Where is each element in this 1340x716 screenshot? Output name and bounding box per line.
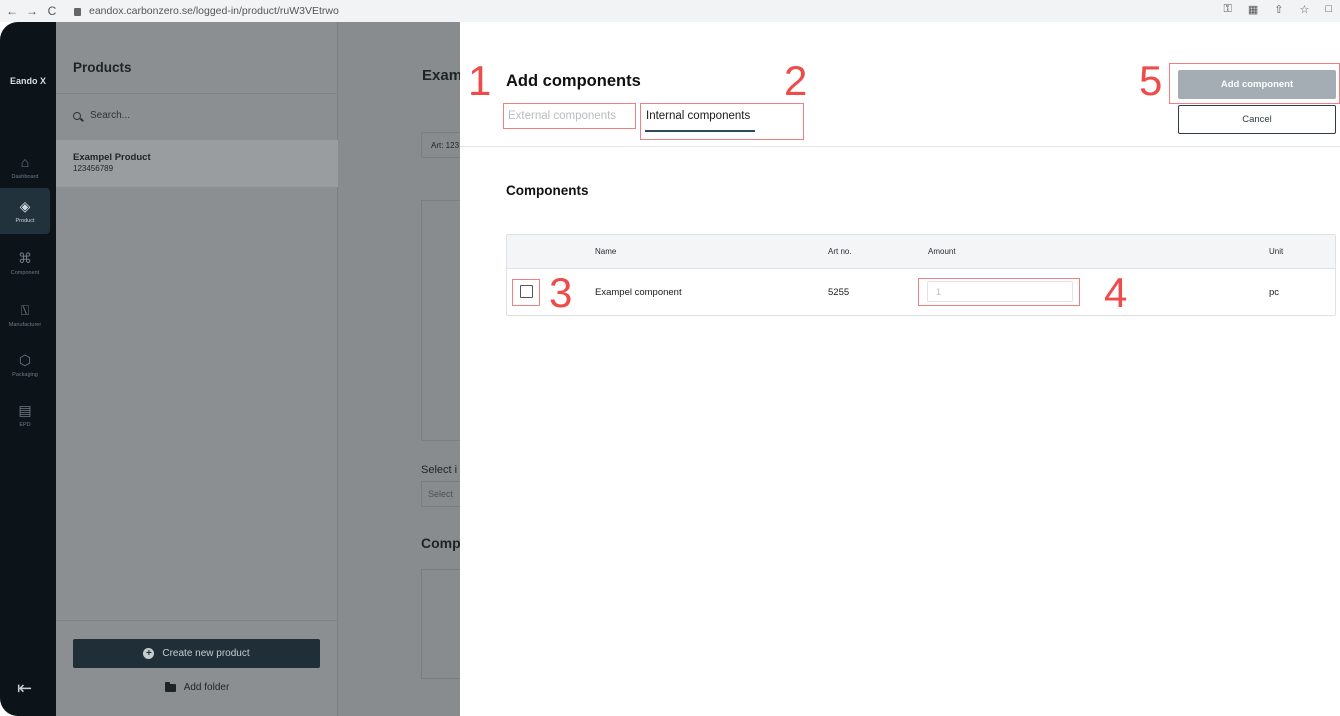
puzzle-icon: ⌘	[18, 249, 32, 266]
divider	[56, 620, 338, 621]
product-title: Exam	[422, 67, 463, 84]
create-product-label: Create new product	[162, 648, 250, 659]
annotation-number-1: 1	[468, 57, 492, 104]
reload-icon[interactable]: C	[44, 4, 60, 18]
address-bar[interactable]: eandox.carbonzero.se/logged-in/product/r…	[74, 5, 339, 17]
sidebar-item-label: Dashboard	[11, 173, 39, 180]
annotation-number-5: 5	[1139, 57, 1163, 104]
sidebar-item-packaging[interactable]: ⬡ Packaging	[0, 342, 50, 388]
password-key-icon[interactable]: ⚿	[1223, 3, 1231, 16]
sidebar: Eando X ⌂ Dashboard ◈ Product ⌘ Componen…	[0, 22, 56, 716]
list-item[interactable]: Exampel Product 123456789	[56, 140, 338, 187]
amount-input[interactable]: 1	[927, 281, 1073, 302]
bookmark-star-icon[interactable]: ☆	[1299, 3, 1309, 16]
table-row: Exampel component 5255 1 pc	[507, 269, 1335, 315]
share-icon[interactable]: ⇧	[1274, 3, 1283, 16]
sidebar-item-label: Component	[10, 269, 40, 276]
create-product-button[interactable]: + Create new product	[73, 639, 320, 668]
sidebar-item-dashboard[interactable]: ⌂ Dashboard	[0, 144, 50, 190]
sidebar-item-label: Product	[15, 217, 35, 224]
annotation-number-3: 3	[549, 269, 573, 316]
column-header-unit: Unit	[1269, 247, 1284, 256]
plus-icon: +	[143, 648, 155, 659]
search-input[interactable]: Search...	[73, 110, 130, 121]
annotation-number-4: 4	[1104, 269, 1128, 316]
sidebar-item-label: Packaging	[12, 371, 38, 378]
product-detail-background: Exam Art: 123 Select i Select Comp	[338, 22, 471, 716]
tab-external-components[interactable]: External components	[508, 110, 616, 122]
layers-icon: ◈	[19, 197, 31, 214]
add-component-button[interactable]: Add component	[1178, 70, 1336, 99]
select-label: Select i	[421, 464, 458, 476]
components-table: Name Art no. Amount Unit Exampel compone…	[506, 234, 1336, 316]
translate-icon[interactable]: ▦	[1248, 3, 1258, 16]
sidebar-item-product[interactable]: ◈ Product	[0, 188, 50, 234]
logout-icon[interactable]: ⇤	[17, 678, 32, 699]
sidebar-item-label: EPD	[19, 421, 31, 428]
brand-logo: Eando X	[9, 76, 46, 86]
products-panel: Products Search... Exampel Product 12345…	[56, 22, 338, 716]
add-folder-label: Add folder	[183, 682, 230, 693]
search-placeholder: Search...	[90, 110, 131, 121]
sidebar-item-component[interactable]: ⌘ Component	[0, 240, 50, 286]
url-text: eandox.carbonzero.se/logged-in/product/r…	[89, 5, 339, 17]
browser-toolbar: ← → C eandox.carbonzero.se/logged-in/pro…	[0, 0, 1340, 22]
folder-icon	[164, 681, 176, 692]
sidebar-item-label: Manufacturer	[8, 321, 42, 328]
table-header: Name Art no. Amount Unit	[507, 235, 1335, 269]
divider	[460, 146, 1340, 147]
column-header-amount: Amount	[928, 247, 956, 256]
home-icon: ⌂	[20, 153, 30, 170]
box-icon: ⬡	[18, 351, 32, 368]
components-heading: Comp	[421, 535, 461, 551]
product-name: Exampel Product	[73, 152, 151, 163]
tab-internal-components[interactable]: Internal components	[646, 110, 750, 122]
row-select-checkbox[interactable]	[520, 285, 533, 298]
sidebar-item-manufacturer[interactable]: ⍂ Manufacturer	[0, 292, 50, 338]
document-icon: ▤	[18, 401, 32, 418]
column-header-art-no: Art no.	[828, 247, 852, 256]
cancel-button[interactable]: Cancel	[1178, 105, 1336, 134]
factory-icon: ⍂	[20, 301, 30, 318]
side-panel-icon[interactable]: □	[1325, 3, 1332, 16]
annotation-number-2: 2	[784, 57, 808, 104]
back-icon[interactable]: ←	[4, 4, 20, 18]
panel-title: Products	[73, 60, 132, 75]
divider	[56, 93, 338, 94]
product-number: 123456789	[73, 164, 114, 173]
app-window: Eando X ⌂ Dashboard ◈ Product ⌘ Componen…	[0, 22, 1340, 716]
component-name: Exampel component	[595, 287, 682, 298]
add-components-modal: Add components External components Inter…	[460, 22, 1340, 716]
modal-title: Add components	[506, 72, 641, 90]
forward-icon[interactable]: →	[24, 4, 40, 18]
sidebar-item-epd[interactable]: ▤ EPD	[0, 392, 50, 438]
lock-icon	[74, 8, 81, 16]
add-folder-button[interactable]: Add folder	[56, 681, 338, 693]
component-unit: pc	[1269, 287, 1280, 298]
active-tab-indicator	[645, 130, 755, 132]
components-section-title: Components	[506, 183, 589, 198]
search-icon	[73, 111, 81, 120]
column-header-name: Name	[595, 247, 617, 256]
component-art-no: 5255	[828, 287, 850, 298]
